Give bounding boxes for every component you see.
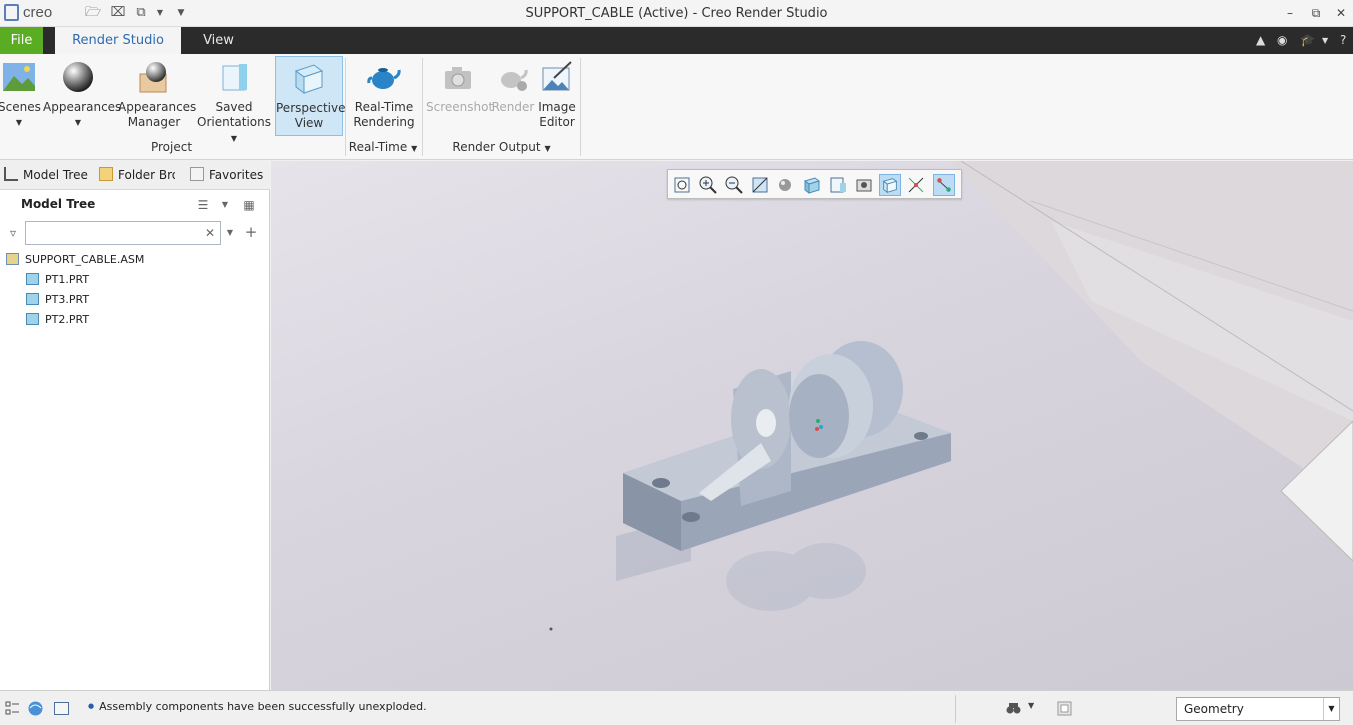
panel-title: Model Tree xyxy=(21,197,96,211)
view-manager-icon[interactable] xyxy=(853,174,875,196)
title-bar: creo 🗁 ⌧ ⧉ ▼ ▼ SUPPORT_CABLE (Active) - … xyxy=(0,0,1353,27)
add-filter-icon[interactable]: + xyxy=(242,223,260,241)
tab-file[interactable]: File xyxy=(0,27,43,54)
appearances-manager-icon xyxy=(139,62,167,93)
user-icon[interactable]: ◉ xyxy=(1277,33,1287,47)
creo-logo: creo xyxy=(4,4,52,21)
realtime-rendering-button[interactable]: Real-Time Rendering xyxy=(350,56,418,136)
part-icon xyxy=(26,273,39,285)
status-divider xyxy=(955,695,956,723)
filter-dropdown-icon[interactable]: ▼ xyxy=(221,224,239,242)
restore-icon[interactable]: ⧉ xyxy=(1306,4,1326,22)
datum-display-icon[interactable] xyxy=(905,174,927,196)
saved-orientations-view-icon[interactable] xyxy=(827,174,849,196)
tab-view[interactable]: View xyxy=(181,27,256,54)
perspective-view-icon xyxy=(294,64,324,94)
tree-settings-dropdown-icon[interactable]: ▼ xyxy=(216,196,234,214)
tree-item-part[interactable]: PT1.PRT xyxy=(26,271,89,289)
folder-icon xyxy=(99,167,113,181)
selection-filter-icon[interactable] xyxy=(1056,700,1073,717)
model-tree-panel: Model Tree ☰ ▼ ▦ ▿ ✕ ▼ + SUPPORT_CABLE.A… xyxy=(0,190,270,690)
part-icon xyxy=(26,293,39,305)
render-button[interactable]: Render xyxy=(491,56,535,136)
refit-icon[interactable] xyxy=(671,174,693,196)
tree-search-input[interactable] xyxy=(25,221,221,245)
group-label-project: Project xyxy=(150,140,193,154)
tab-model-tree[interactable]: Model Tree xyxy=(4,161,92,190)
close-window-icon[interactable]: ⌧ xyxy=(109,5,127,21)
saved-orientations-icon xyxy=(222,64,247,91)
learning-dropdown-icon[interactable]: ▼ xyxy=(1322,36,1328,45)
appearances-button[interactable]: Appearances ▼ xyxy=(43,56,121,136)
render-teapot-icon xyxy=(501,69,528,91)
group-label-render-output[interactable]: Render Output ▼ xyxy=(424,140,579,154)
browser-toggle-icon[interactable] xyxy=(27,700,44,717)
spin-center-icon[interactable] xyxy=(933,174,955,196)
display-style-icon[interactable] xyxy=(801,174,823,196)
minimize-icon[interactable]: – xyxy=(1280,4,1300,22)
image-editor-button[interactable]: Image Editor xyxy=(536,56,578,136)
customize-quick-access-icon[interactable]: ▼ xyxy=(172,5,190,21)
perspective-toggle-icon[interactable] xyxy=(879,174,901,196)
group-separator xyxy=(422,58,423,156)
tab-folder-browser[interactable]: Folder Browser xyxy=(99,161,175,190)
appearance-sphere-icon xyxy=(63,62,93,92)
navigator-tabs: Model Tree Folder Browser Favorites xyxy=(0,161,270,190)
appearance-gallery-icon[interactable] xyxy=(775,174,797,196)
status-bar: Assembly components have been successful… xyxy=(0,690,1353,725)
close-icon[interactable]: ✕ xyxy=(1331,4,1351,22)
ribbon-tab-bar: File Render Studio View ▲ ◉ 🎓 ▼ ? xyxy=(0,27,1353,54)
selection-filter-dropdown[interactable]: Geometry ▼ xyxy=(1176,697,1340,721)
find-icon[interactable] xyxy=(1005,700,1022,717)
windows-icon[interactable]: ⧉ xyxy=(132,5,150,21)
zoom-out-icon[interactable] xyxy=(723,174,745,196)
saved-orientations-button[interactable]: Saved Orientations ▼ xyxy=(194,56,274,143)
scenes-icon xyxy=(3,63,35,91)
tree-item-part[interactable]: PT2.PRT xyxy=(26,311,89,329)
ribbon: Scenes ▼ Appearances ▼ Appearances Manag… xyxy=(0,54,1353,160)
tab-render-studio[interactable]: Render Studio xyxy=(55,27,181,54)
clear-filter-icon[interactable]: ✕ xyxy=(201,224,219,242)
chevron-down-icon: ▼ xyxy=(1323,698,1339,720)
part-icon xyxy=(26,313,39,325)
tree-item-part[interactable]: PT3.PRT xyxy=(26,291,89,309)
teapot-icon xyxy=(367,68,401,89)
repaint-icon[interactable] xyxy=(749,174,771,196)
camera-icon xyxy=(445,67,471,89)
tab-favorites[interactable]: Favorites xyxy=(190,161,270,190)
collapse-ribbon-icon[interactable]: ▲ xyxy=(1256,33,1265,47)
open-folder-icon[interactable]: 🗁 xyxy=(84,5,102,21)
window-title: SUPPORT_CABLE (Active) - Creo Render Stu… xyxy=(525,6,828,21)
scenes-button[interactable]: Scenes ▼ xyxy=(0,56,41,136)
filter-icon: ▿ xyxy=(9,226,17,240)
learning-icon[interactable]: 🎓 xyxy=(1300,33,1315,47)
group-label-realtime[interactable]: Real-Time ▼ xyxy=(346,140,420,154)
tree-settings-icon[interactable]: ☰ xyxy=(194,196,212,214)
zoom-in-icon[interactable] xyxy=(697,174,719,196)
model-tree-icon xyxy=(4,167,18,181)
perspective-view-button[interactable]: Perspective View xyxy=(275,56,346,136)
status-message: Assembly components have been successful… xyxy=(88,700,426,713)
favorites-icon xyxy=(190,167,204,181)
render-scene xyxy=(549,161,1353,631)
find-dropdown-icon[interactable]: ▼ xyxy=(1028,701,1034,710)
view-toolbar xyxy=(667,169,962,199)
help-icon[interactable]: ? xyxy=(1340,33,1346,47)
show-filter-icon[interactable]: ▦ xyxy=(240,196,258,214)
group-separator xyxy=(580,58,581,156)
navigator-toggle-icon[interactable] xyxy=(4,700,21,717)
graphics-viewport[interactable] xyxy=(271,161,1353,690)
tree-item-assembly[interactable]: SUPPORT_CABLE.ASM xyxy=(6,251,144,269)
image-editor-icon xyxy=(542,61,572,91)
screenshot-button[interactable]: Screenshot xyxy=(426,56,493,136)
appearances-manager-button[interactable]: Appearances Manager xyxy=(118,56,196,136)
windows-dropdown-icon[interactable]: ▼ xyxy=(151,5,169,21)
full-screen-icon[interactable] xyxy=(53,700,70,717)
assembly-icon xyxy=(6,253,19,265)
